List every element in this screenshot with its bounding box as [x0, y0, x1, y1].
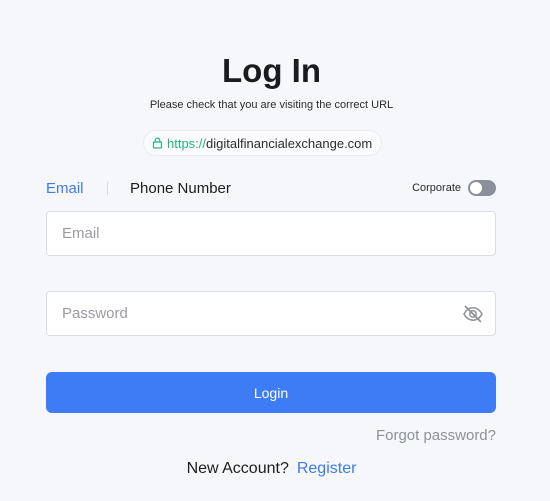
register-row: New Account? Register — [0, 460, 543, 478]
url-domain: digitalfinancialexchange.com — [206, 135, 373, 151]
login-method-tabs: Email Phone Number Corporate — [46, 180, 496, 200]
page-title: Log In — [222, 52, 321, 89]
tab-phone-number[interactable]: Phone Number — [130, 180, 231, 197]
register-link[interactable]: Register — [297, 460, 357, 477]
lock-icon — [152, 137, 163, 149]
tab-divider — [107, 182, 108, 195]
email-input[interactable] — [47, 212, 495, 255]
toggle-knob — [470, 182, 482, 194]
email-field-container — [46, 211, 496, 256]
url-warning-text: Please check that you are visiting the c… — [149, 99, 394, 111]
corporate-toggle[interactable] — [468, 180, 496, 196]
corporate-label: Corporate — [412, 182, 461, 194]
password-input[interactable] — [47, 292, 495, 335]
login-button[interactable]: Login — [46, 372, 496, 413]
password-field-container — [46, 291, 496, 336]
new-account-text: New Account? — [186, 460, 289, 477]
corporate-toggle-group: Corporate — [412, 180, 496, 196]
login-card: Log In Please check that you are visitin… — [0, 0, 550, 501]
tab-email[interactable]: Email — [46, 180, 84, 197]
url-protocol: https:// — [167, 135, 207, 151]
eye-off-icon[interactable] — [462, 303, 484, 325]
forgot-password-link[interactable]: Forgot password? — [376, 427, 496, 444]
url-badge: https://digitalfinancialexchange.com — [143, 130, 383, 156]
